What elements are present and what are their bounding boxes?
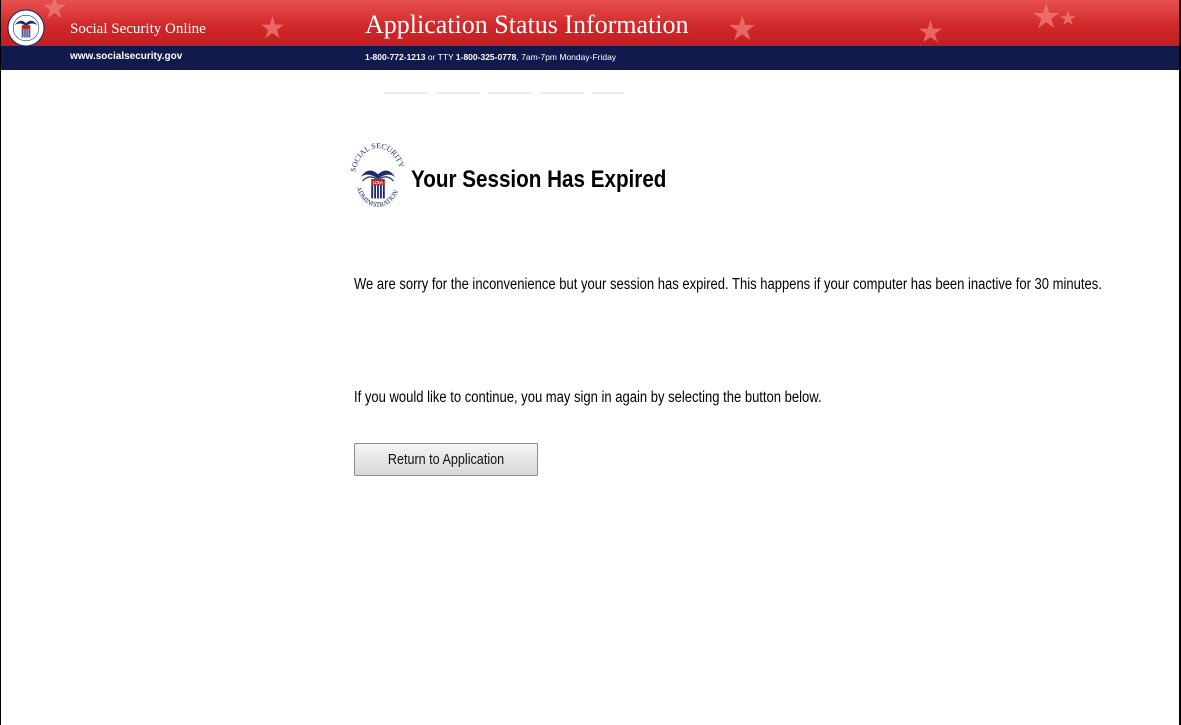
header-title: Application Status Information (365, 10, 689, 39)
phone-or: or TTY (425, 52, 456, 62)
site-name: Social Security Online (70, 21, 206, 37)
site-header: ★ ★ ★ ★ ★ ★ Social Security Online www.s… (1, 0, 1179, 73)
faint-divider (384, 92, 624, 94)
ssa-seal-icon: SOCIAL SECURITY ADMINISTRATION USA (349, 141, 407, 219)
phone-hours: , 7am-7pm Monday-Friday (516, 52, 617, 62)
return-to-application-button[interactable]: Return to Application (354, 443, 538, 476)
phone-main: 1-800-772-1213 (365, 52, 426, 62)
continue-instructions: If you would like to continue, you may s… (354, 389, 822, 406)
star-decoration-icon: ★ (1031, 0, 1062, 37)
star-decoration-icon: ★ (41, 0, 68, 26)
header-divider (1, 70, 1179, 73)
star-decoration-icon: ★ (259, 11, 286, 46)
page-title: Your Session Has Expired (411, 166, 667, 193)
return-button-label: Return to Application (387, 451, 505, 468)
star-decoration-icon: ★ (1059, 6, 1077, 30)
star-decoration-icon: ★ (727, 9, 758, 46)
ssa-seal-icon (7, 9, 45, 47)
expired-message: We are sorry for the inconvenience but y… (354, 276, 1102, 293)
site-url: www.socialsecurity.gov (70, 51, 183, 62)
phone-tty: 1-800-325-0778 (455, 52, 517, 62)
star-decoration-icon: ★ (917, 15, 944, 47)
phone-info: 1-800-772-1213 or TTY 1-800-325-0778, 7a… (365, 52, 616, 62)
window-border-left (0, 0, 1, 725)
